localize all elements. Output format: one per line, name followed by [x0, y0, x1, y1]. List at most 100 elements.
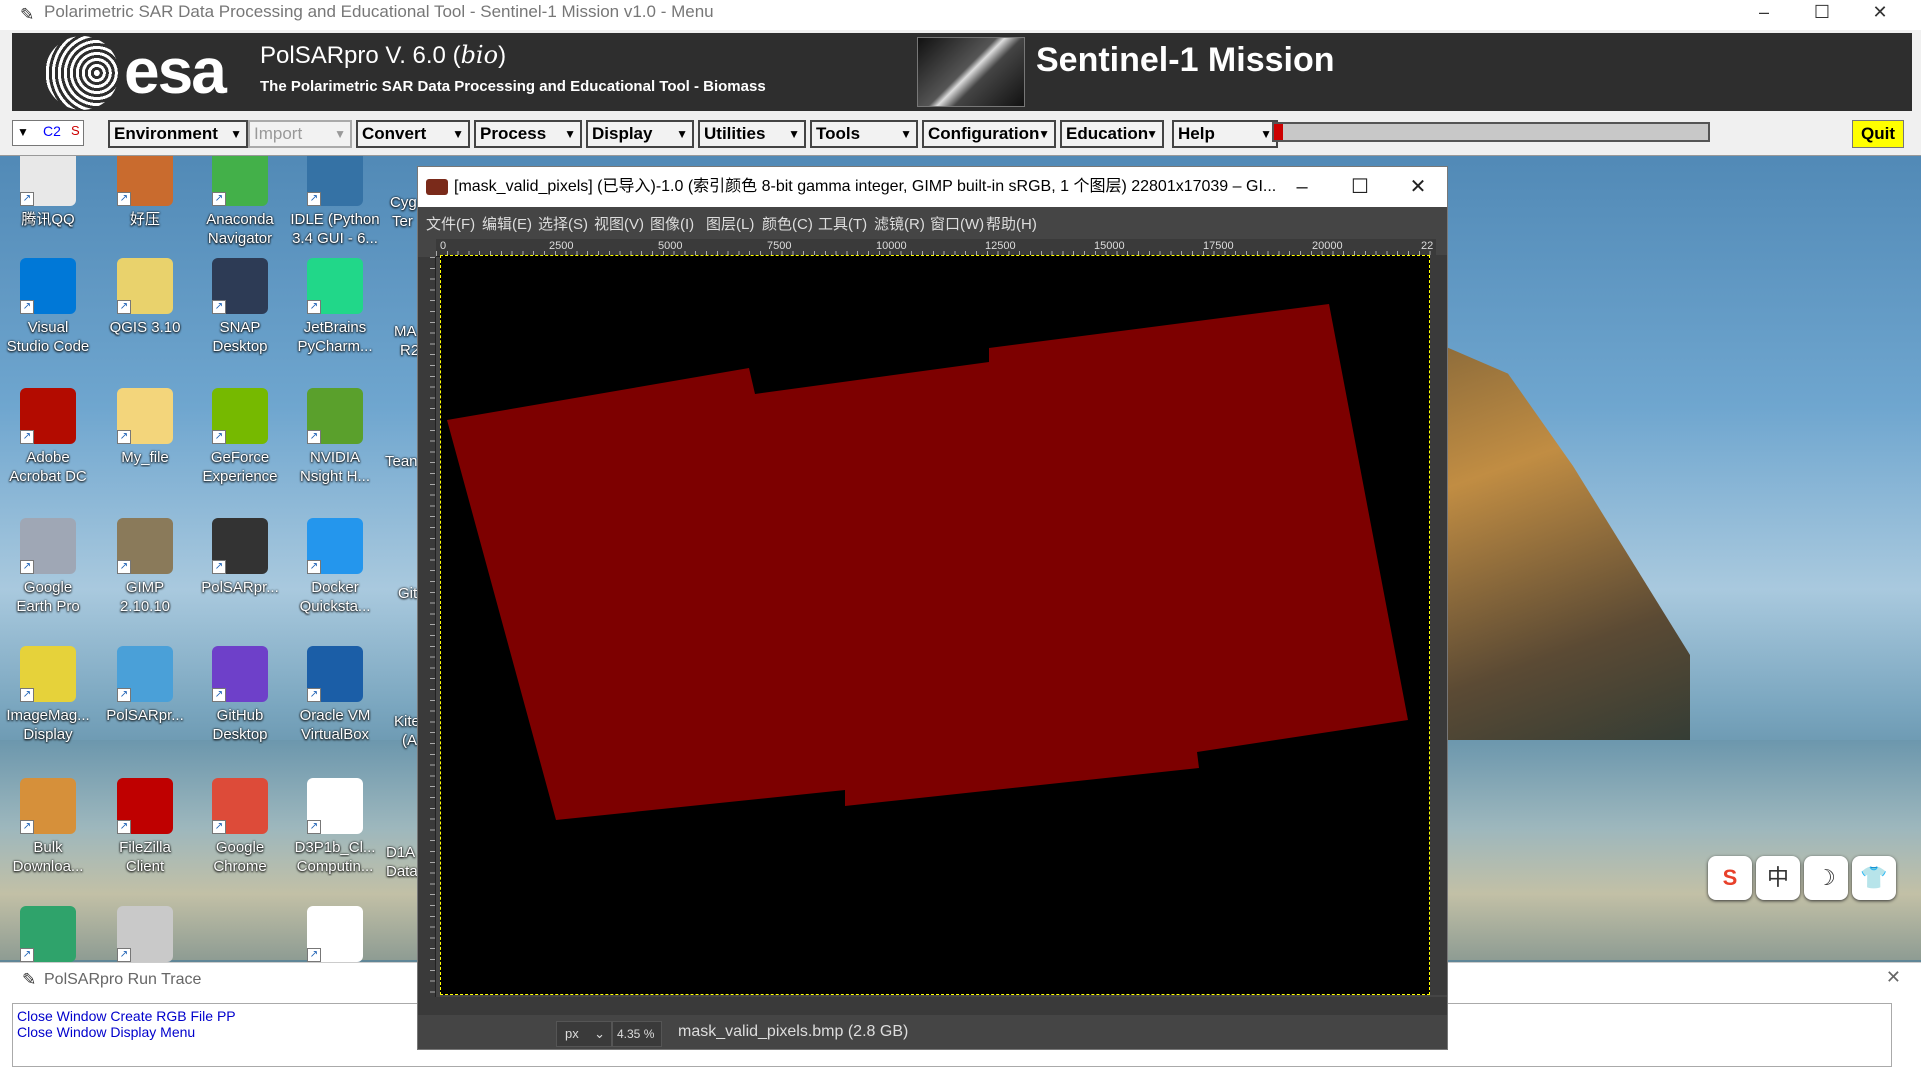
gimp-menu-item[interactable]: 颜色(C) — [762, 213, 813, 234]
chevron-down-icon: ▼ — [1038, 127, 1050, 141]
desktop-icon[interactable]: ↗ Docker Quicksta... — [290, 518, 380, 616]
chevron-down-icon[interactable]: ▼ — [17, 125, 29, 139]
menu-help[interactable]: Help ▼ — [1172, 120, 1278, 148]
mask-valid-pixels-image — [447, 304, 1408, 820]
menu-environment[interactable]: Environment ▼ — [108, 120, 248, 148]
desktop-icon[interactable]: ↗ Google Chrome — [195, 778, 285, 876]
gimp-menu-item[interactable]: 选择(S) — [538, 213, 588, 234]
mode-selector[interactable]: ▼ C2 S — [12, 120, 84, 146]
desktop-icon[interactable]: ↗ 腾讯QQ — [3, 150, 93, 229]
gimp-menu-item[interactable]: 图像(I) — [650, 213, 694, 234]
desktop-icon[interactable]: ↗ PolSARpr... — [195, 518, 285, 597]
menu-tools[interactable]: Tools ▼ — [810, 120, 918, 148]
quit-button[interactable]: Quit — [1852, 120, 1904, 148]
menu-process[interactable]: Process ▼ — [474, 120, 582, 148]
desktop-icon[interactable]: ↗ IDLE (Python 3.4 GUI - 6... — [290, 150, 380, 248]
desktop-icon-label: ImageMag... — [6, 707, 90, 724]
gimp-icon: ↗ — [117, 518, 173, 574]
gimp-menu-item[interactable]: 工具(T) — [818, 213, 867, 234]
menu-convert[interactable]: Convert ▼ — [356, 120, 470, 148]
bulk-download-icon: ↗ — [20, 778, 76, 834]
run-trace-title: PolSARpro Run Trace — [44, 971, 202, 988]
chevron-down-icon: ▼ — [230, 127, 242, 141]
esa-logo: esa — [124, 35, 227, 107]
desktop-icon[interactable]: ↗ GIMP 2.10.10 — [100, 518, 190, 616]
desktop-icon[interactable]: ↗ FileZilla Client — [100, 778, 190, 876]
menu-configuration[interactable]: Configuration ▼ — [922, 120, 1056, 148]
desktop-icon[interactable]: ↗ 好压 — [100, 150, 190, 229]
file-info: mask_valid_pixels.bmp (2.8 GB) — [678, 1023, 909, 1040]
menu-utilities[interactable]: Utilities ▼ — [698, 120, 806, 148]
close-button[interactable]: ✕ — [1886, 967, 1901, 988]
mode-s: S — [71, 123, 80, 138]
gimp-menu-item[interactable]: 窗口(W) — [930, 213, 984, 234]
bio-logo: bio — [460, 41, 499, 69]
night-mode-icon[interactable]: ☽ — [1804, 856, 1848, 900]
desktop-icon[interactable]: ↗ GitHub Desktop — [195, 646, 285, 744]
desktop-icon[interactable]: ↗ NVIDIA Nsight H... — [290, 388, 380, 486]
horizontal-scrollbar[interactable] — [418, 997, 1447, 1015]
unit-select[interactable]: px ⌄ — [556, 1021, 612, 1047]
app-subtitle: The Polarimetric SAR Data Processing and… — [260, 78, 766, 95]
desktop-icon[interactable]: ↗ Bulk Downloa... — [3, 778, 93, 876]
desktop-icon[interactable]: ↗ PolSARpr... — [100, 646, 190, 725]
close-button[interactable]: ✕ — [1851, 0, 1909, 26]
desktop-icon[interactable]: ↗ Adobe Acrobat DC — [3, 388, 93, 486]
satellite-image — [917, 37, 1025, 107]
menu-display[interactable]: Display ▼ — [586, 120, 694, 148]
zoom-select[interactable]: 4.35 % — [612, 1021, 662, 1047]
desktop-icon[interactable]: ↗ D3P1b_Cl... Computin... — [290, 778, 380, 876]
desktop-icon[interactable]: ↗ SNAP Desktop — [195, 258, 285, 356]
chevron-down-icon: ▼ — [334, 127, 346, 141]
desktop-icon[interactable]: ↗ JetBrains PyCharm... — [290, 258, 380, 356]
vscode-icon: ↗ — [20, 258, 76, 314]
desktop-icon[interactable]: ↗ — [3, 906, 93, 966]
ruler-vertical[interactable] — [418, 257, 436, 997]
github-icon: ↗ — [212, 646, 268, 702]
shortcut-arrow-icon: ↗ — [117, 688, 131, 702]
shortcut-arrow-icon: ↗ — [20, 430, 34, 444]
menu-education[interactable]: Education ▼ — [1060, 120, 1164, 148]
chevron-down-icon: ▼ — [564, 127, 576, 141]
ime-lang-button[interactable]: 中 — [1756, 856, 1800, 900]
shortcut-arrow-icon: ↗ — [212, 192, 226, 206]
sogou-icon[interactable]: S — [1708, 856, 1752, 900]
image-canvas[interactable] — [440, 255, 1430, 995]
desktop-icon-label: GeForce — [210, 449, 270, 466]
skin-icon[interactable]: 👕 — [1852, 856, 1896, 900]
desktop-icon[interactable]: ↗ Oracle VM VirtualBox — [290, 646, 380, 744]
desktop-icon[interactable]: ↗ QGIS 3.10 — [100, 258, 190, 337]
desktop-icon[interactable]: ↗ Google Earth Pro — [3, 518, 93, 616]
minimize-button[interactable]: – — [1273, 167, 1331, 207]
desktop-icon[interactable]: ↗ GeForce Experience — [195, 388, 285, 486]
gimp-menu-item[interactable]: 编辑(E) — [482, 213, 532, 234]
maximize-button[interactable]: ☐ — [1331, 167, 1389, 207]
gimp-menu-item[interactable]: 视图(V) — [594, 213, 644, 234]
ime-toolbar: S 中 ☽ 👕 — [1708, 856, 1896, 904]
ruler-label: 2500 — [549, 240, 574, 252]
gimp-menu-item[interactable]: 帮助(H) — [986, 213, 1037, 234]
desktop-icon[interactable]: ↗ — [290, 906, 380, 966]
desktop-icon[interactable]: ↗ Visual Studio Code — [3, 258, 93, 356]
desktop-icon-label: Computin... — [296, 858, 374, 875]
anaconda-icon: ↗ — [212, 150, 268, 206]
gimp-menu-item[interactable]: 文件(F) — [426, 213, 475, 234]
desktop-icon[interactable]: ↗ My_file — [100, 388, 190, 467]
gimp-menu-item[interactable]: 图层(L) — [706, 213, 754, 234]
vertical-scrollbar[interactable] — [1430, 255, 1447, 995]
gimp-menu-item[interactable]: 滤镜(R) — [874, 213, 925, 234]
shortcut-arrow-icon: ↗ — [20, 560, 34, 574]
python-idle-icon: ↗ — [307, 150, 363, 206]
menu-import[interactable]: Import ▼ — [248, 120, 352, 148]
maximize-button[interactable]: ☐ — [1793, 0, 1851, 26]
close-button[interactable]: ✕ — [1389, 167, 1447, 207]
desktop-icon[interactable]: ↗ Anaconda Navigator — [195, 150, 285, 248]
gimp-menubar: 文件(F) 编辑(E) 选择(S) 视图(V) 图像(I) 图层(L) 颜色(C) 工具(T)… — [418, 207, 1447, 237]
polsarpro-menubar: ▼ C2 S Environment ▼ Import ▼ Convert ▼ Proces… — [12, 118, 1912, 150]
ruler-label: 7500 — [767, 240, 792, 252]
desktop-icon[interactable]: ↗ — [100, 906, 190, 966]
desktop-icon-label: Downloa... — [12, 858, 84, 875]
desktop-icon[interactable]: ↗ ImageMag... Display — [3, 646, 93, 744]
progress-fill — [1274, 124, 1283, 140]
minimize-button[interactable]: – — [1735, 0, 1793, 26]
